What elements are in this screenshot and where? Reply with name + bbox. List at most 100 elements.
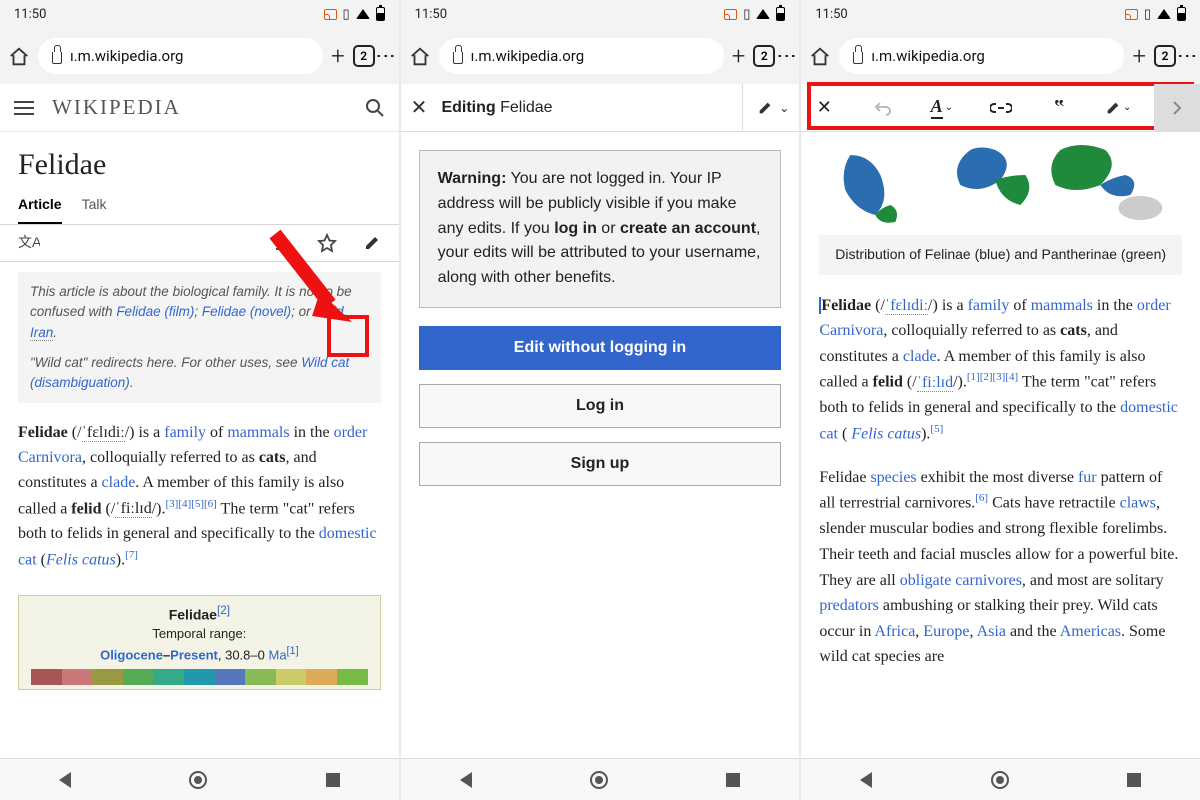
link-family[interactable]: family: [164, 424, 206, 441]
link-predators[interactable]: predators: [819, 597, 879, 614]
recents-icon[interactable]: [726, 773, 740, 787]
wifi-icon: [356, 9, 370, 19]
edit-anon-button[interactable]: Edit without logging in: [419, 326, 782, 370]
tab-switcher[interactable]: 2: [753, 45, 775, 67]
login-button[interactable]: Log in: [419, 384, 782, 428]
address-bar[interactable]: ı.m.wikipedia.org: [439, 38, 724, 74]
tab-switcher[interactable]: 2: [353, 45, 375, 67]
link-asia[interactable]: Asia: [977, 623, 1006, 640]
wifi-icon: [756, 9, 770, 19]
link-americas[interactable]: Americas: [1060, 623, 1121, 640]
close-icon[interactable]: ✕: [801, 84, 847, 132]
ref-link[interactable]: [7]: [125, 549, 138, 561]
link-claws[interactable]: claws: [1120, 495, 1156, 512]
cast-icon: [724, 9, 737, 20]
map-caption: Distribution of Felinae (blue) and Panth…: [819, 235, 1182, 275]
cast-icon: [324, 9, 337, 20]
recents-icon[interactable]: [326, 773, 340, 787]
svg-text:文A: 文A: [18, 234, 40, 250]
link-clade[interactable]: clade: [102, 474, 136, 491]
link-clade[interactable]: clade: [903, 348, 937, 365]
page-content: ✕ Editing Felidae ⌄ Warning: You are not…: [401, 84, 800, 758]
article-body: Felidae (/ˈfɛlɪdiː/) is a family of mamm…: [0, 413, 399, 580]
link-felidae-novel[interactable]: Felidae (novel): [202, 304, 291, 319]
link-family[interactable]: family: [968, 297, 1010, 314]
recents-icon[interactable]: [1127, 773, 1141, 787]
new-tab-button[interactable]: +: [732, 42, 746, 70]
link-iran[interactable]: Iran: [30, 325, 53, 341]
language-icon[interactable]: 文A: [18, 233, 40, 253]
home-icon[interactable]: [8, 46, 30, 66]
pencil-icon[interactable]: [757, 100, 773, 116]
new-tab-button[interactable]: +: [331, 42, 345, 70]
tab-article[interactable]: Article: [18, 196, 62, 224]
home-nav-icon[interactable]: [991, 771, 1009, 789]
address-bar[interactable]: ı.m.wikipedia.org: [839, 38, 1124, 74]
link-oligocene[interactable]: Oligocene: [100, 648, 163, 663]
link-obligate-carnivores[interactable]: obligate carnivores: [900, 572, 1022, 589]
link-ma[interactable]: Ma: [268, 648, 286, 663]
link-carnivora[interactable]: Carnivora: [819, 322, 883, 339]
link-species[interactable]: species: [870, 469, 916, 486]
login-warning: Warning: You are not logged in. Your IP …: [419, 150, 782, 308]
back-icon[interactable]: [460, 772, 472, 788]
phone-screenshot-2: 11:50 ▯ ı.m.wikipedia.org + 2 ⋮ ✕ Editin…: [401, 0, 800, 800]
link-present[interactable]: Present: [170, 648, 218, 663]
page-content: ✕ A⌄ ‟ ⌄: [801, 84, 1200, 758]
back-icon[interactable]: [860, 772, 872, 788]
next-button[interactable]: [1154, 84, 1200, 132]
home-icon[interactable]: [409, 46, 431, 66]
link-felis[interactable]: Felis catus: [46, 551, 116, 568]
cite-icon[interactable]: ‟: [1036, 84, 1082, 132]
page-tabs: Article Talk: [0, 188, 399, 224]
overflow-menu-icon[interactable]: ⋮: [783, 46, 791, 66]
url-text: ı.m.wikipedia.org: [871, 47, 984, 65]
distribution-map: [819, 140, 1182, 235]
link-mammals[interactable]: mammals: [227, 424, 289, 441]
link-icon[interactable]: [978, 84, 1024, 132]
article-toolbar: 文A: [0, 224, 399, 262]
undo-icon[interactable]: [860, 84, 906, 132]
tab-switcher[interactable]: 2: [1154, 45, 1176, 67]
home-icon[interactable]: [809, 46, 831, 66]
edit-pencil-icon[interactable]: [363, 234, 381, 252]
link-mammals[interactable]: mammals: [1031, 297, 1093, 314]
hamburger-icon[interactable]: [14, 101, 34, 115]
android-navbar: [401, 758, 800, 800]
overflow-menu-icon[interactable]: ⋮: [1184, 46, 1192, 66]
overflow-menu-icon[interactable]: ⋮: [383, 46, 391, 66]
editing-header: ✕ Editing Felidae ⌄: [401, 84, 800, 132]
download-icon[interactable]: [273, 234, 291, 252]
close-icon[interactable]: ✕: [411, 95, 428, 120]
star-icon[interactable]: [317, 233, 337, 253]
link-felidae-film[interactable]: Felidae (film): [116, 304, 194, 319]
link-fur[interactable]: fur: [1078, 469, 1097, 486]
chevron-down-icon[interactable]: ⌄: [779, 101, 789, 115]
insert-icon[interactable]: ⌄: [1095, 84, 1141, 132]
address-bar[interactable]: ı.m.wikipedia.org: [38, 38, 323, 74]
link-felid[interactable]: Felid: [314, 304, 343, 319]
wikipedia-logo[interactable]: WIKIPEDIA: [52, 95, 181, 120]
page-content: WIKIPEDIA Felidae Article Talk 文A: [0, 84, 399, 758]
status-bar: 11:50 ▯: [401, 0, 800, 28]
link-africa[interactable]: Africa: [874, 623, 915, 640]
search-icon[interactable]: [365, 98, 385, 118]
signup-button[interactable]: Sign up: [419, 442, 782, 486]
back-icon[interactable]: [59, 772, 71, 788]
home-nav-icon[interactable]: [189, 771, 207, 789]
battery-icon: [776, 7, 785, 21]
timescale-icon: [31, 669, 368, 685]
browser-toolbar: ı.m.wikipedia.org + 2 ⋮: [801, 28, 1200, 84]
new-tab-button[interactable]: +: [1132, 42, 1146, 70]
link-europe[interactable]: Europe: [923, 623, 969, 640]
link-order[interactable]: order: [1137, 297, 1171, 314]
article-body[interactable]: Felidae (/ˈfɛlɪdiː/) is a family of mamm…: [801, 275, 1200, 670]
lock-icon: [853, 52, 863, 64]
home-nav-icon[interactable]: [590, 771, 608, 789]
hatnote: This article is about the biological fam…: [18, 272, 381, 403]
text-style-icon[interactable]: A⌄: [919, 84, 965, 132]
status-bar: 11:50 ▯: [801, 0, 1200, 28]
tab-talk[interactable]: Talk: [82, 196, 107, 224]
ref-link[interactable]: [3][4][5][6]: [166, 498, 217, 510]
url-text: ı.m.wikipedia.org: [471, 47, 584, 65]
